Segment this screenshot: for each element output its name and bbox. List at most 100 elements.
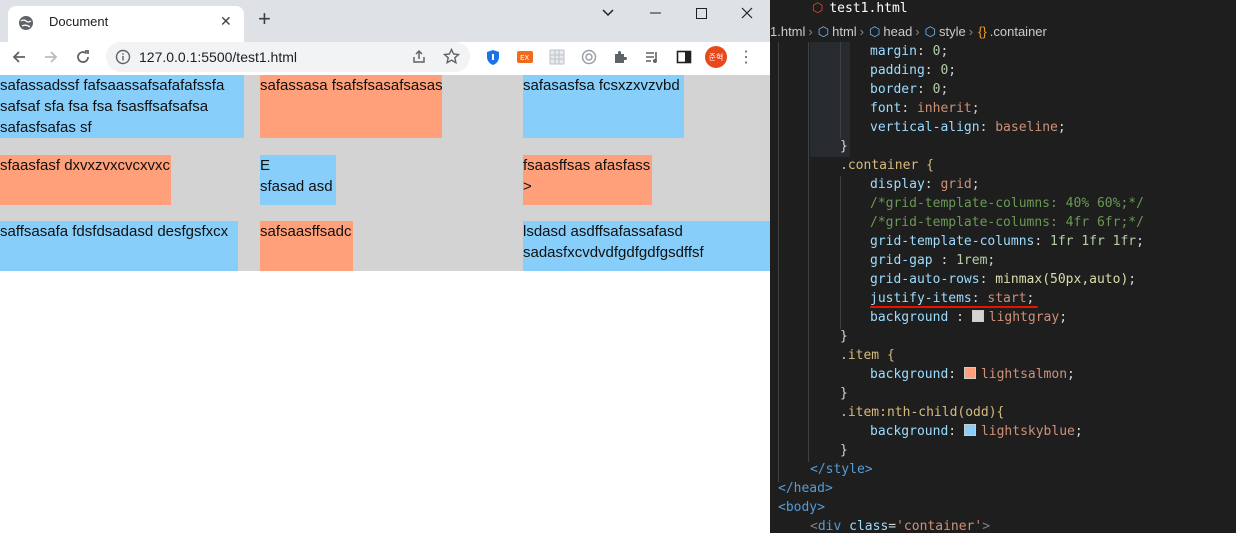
address-bar[interactable]: 127.0.0.1:5500/test1.html — [106, 42, 470, 72]
code-line: background: lightsalmon; — [870, 367, 1075, 382]
page-viewport: safassadssf fafsaassafsafafafssfa safsaf… — [0, 75, 770, 533]
forward-button[interactable] — [38, 44, 64, 70]
code-line: .item { — [840, 348, 895, 363]
arrow-right-icon — [45, 51, 58, 63]
arrow-left-icon — [12, 51, 25, 63]
code-line: <div class='container'> — [810, 519, 991, 533]
grid-item: lsdasd asdffsafassafasd sadasfxcvdvdfgdf… — [523, 221, 770, 271]
tab-document[interactable]: Document ✕ — [8, 6, 244, 42]
extension-ex-icon[interactable]: EX — [516, 48, 534, 66]
browser-toolbar: 127.0.0.1:5500/test1.html EX 준혁 ⋮ — [0, 42, 770, 75]
html5-icon: ⬡ — [812, 0, 824, 15]
item-text-line: sfaasfasf dxvxzvxcvcxvxc — [0, 157, 171, 174]
breadcrumb-item[interactable]: 1.html — [770, 24, 805, 39]
code-line: grid-auto-rows: minmax(50px,auto); — [870, 272, 1137, 287]
extension-grid-icon[interactable] — [548, 48, 566, 66]
code-line: margin: 0; — [870, 44, 949, 59]
code-line: </style> — [810, 462, 873, 477]
code-line: font: inherit; — [870, 101, 980, 116]
code-line: background : lightgray; — [870, 310, 1068, 325]
minimize-icon — [649, 12, 661, 14]
breadcrumb-item[interactable]: head — [883, 24, 912, 39]
code-line: border: 0; — [870, 82, 949, 97]
tab-search-button[interactable] — [585, 0, 631, 26]
url-text[interactable]: 127.0.0.1:5500/test1.html — [139, 49, 297, 65]
chevron-right-icon: › — [808, 24, 813, 39]
chevron-right-icon: › — [915, 24, 920, 39]
side-panel-icon[interactable] — [675, 48, 693, 66]
item-text-line: lsdasd asdffsafassafasd — [523, 223, 683, 240]
code-line: /*grid-template-columns: 4fr 6fr;*/ — [870, 215, 1144, 230]
info-icon[interactable] — [115, 49, 131, 65]
breadcrumb-item[interactable]: html — [832, 24, 857, 39]
code-line: </head> — [778, 481, 833, 496]
code-line: } — [840, 443, 848, 458]
chevron-right-icon: › — [859, 24, 865, 39]
maximize-button[interactable] — [678, 0, 724, 26]
code-line: /*grid-template-columns: 40% 60%;*/ — [870, 196, 1144, 211]
grid-container: safassadssf fafsaassafsafafafssfa safsaf… — [0, 75, 770, 271]
color-swatch[interactable] — [971, 310, 984, 322]
code-line: } — [840, 329, 848, 344]
reload-button[interactable] — [70, 44, 96, 70]
chevron-down-icon — [602, 9, 614, 17]
breadcrumb-item[interactable]: .container — [990, 24, 1047, 39]
color-swatch[interactable] — [963, 424, 976, 436]
code-editor: ⬡ test1.html 1.html › ⬡ html › ⬡ head › ⬡ style ›{}… — [770, 0, 1236, 533]
grid-item: safasasfsa fcsxzxvzvbd — [523, 75, 684, 138]
share-icon[interactable] — [411, 49, 427, 65]
grid-item: sfaasfasf dxvxzvxcvcxvxc — [0, 155, 171, 205]
breadcrumb: 1.html › ⬡ html › ⬡ head › ⬡ style ›{} .container — [770, 24, 1236, 44]
item-text-line: safasasfsa fcsxzxvzvbd — [523, 77, 680, 94]
grid-item: safassasa fsafsfsasafsasas — [260, 75, 442, 138]
cube-icon: ⬡ — [817, 24, 830, 39]
item-text-line: fsaasffsas afasfass — [523, 157, 651, 174]
svg-text:EX: EX — [520, 54, 529, 62]
item-text-line: safasfsafas sf — [0, 119, 92, 136]
code-line: vertical-align: baseline; — [870, 120, 1066, 135]
item-text-line: > — [523, 178, 532, 195]
extension-target-icon[interactable] — [580, 48, 598, 66]
selector-icon: {} — [978, 24, 987, 39]
code-line: } — [840, 139, 848, 154]
code-line: .container { — [840, 158, 934, 173]
cube-icon: ⬡ — [869, 24, 881, 39]
breadcrumb-item[interactable]: style — [939, 24, 966, 39]
item-text-line: E — [260, 157, 271, 174]
item-text-line: saffsasafa fdsfdsadasd desfgsfxcx — [0, 223, 229, 240]
code-line: display: grid; — [870, 177, 980, 192]
code-line: grid-gap : 1rem; — [870, 253, 996, 268]
editor-tab-filename: test1.html — [829, 1, 908, 16]
item-text-line: safassadssf fafsaassafsafafafssfa — [0, 77, 225, 94]
puzzle-icon[interactable] — [611, 48, 629, 66]
code-line: background: lightskyblue; — [870, 424, 1083, 439]
close-window-button[interactable] — [724, 0, 770, 26]
extension-shield-icon[interactable] — [484, 48, 502, 66]
grid-item: E sfasad asd — [260, 155, 336, 205]
chevron-right-icon: › — [968, 24, 974, 39]
maximize-icon — [695, 7, 707, 19]
close-icon — [741, 7, 753, 19]
item-text-line: sadasfxcvdvdfgdfgdfgsdffsf — [523, 244, 704, 261]
back-button[interactable] — [6, 44, 32, 70]
code-line: <body> — [778, 500, 825, 515]
item-text-line: sfasad asd — [260, 178, 333, 195]
kebab-menu-icon[interactable]: ⋮ — [738, 47, 754, 67]
minimize-button[interactable] — [632, 0, 678, 26]
item-text-line: safassasa fsafsfsasafsasas — [260, 77, 442, 94]
code-line: padding: 0; — [870, 63, 957, 78]
item-text-line: safsaf sfa fsa fsa fsasffsafsafsa — [0, 98, 209, 115]
media-control-icon[interactable] — [643, 48, 661, 66]
tab-title: Document — [49, 14, 109, 29]
code-line: .item:nth-child(odd){ — [840, 405, 1005, 420]
new-tab-button[interactable]: + — [258, 6, 271, 32]
editor-tab[interactable]: ⬡ test1.html — [812, 0, 908, 16]
item-text-line: safsaasffsadc — [260, 223, 352, 240]
profile-avatar[interactable]: 준혁 — [705, 46, 727, 68]
grid-item: safsaasffsadc — [260, 221, 353, 271]
color-swatch[interactable] — [963, 367, 976, 379]
star-icon[interactable] — [443, 48, 460, 65]
code-line: grid-template-columns: 1fr 1fr 1fr; — [870, 234, 1144, 249]
tab-close-icon[interactable]: ✕ — [220, 13, 232, 30]
grid-item: safassadssf fafsaassafsafafafssfa safsaf… — [0, 75, 244, 138]
